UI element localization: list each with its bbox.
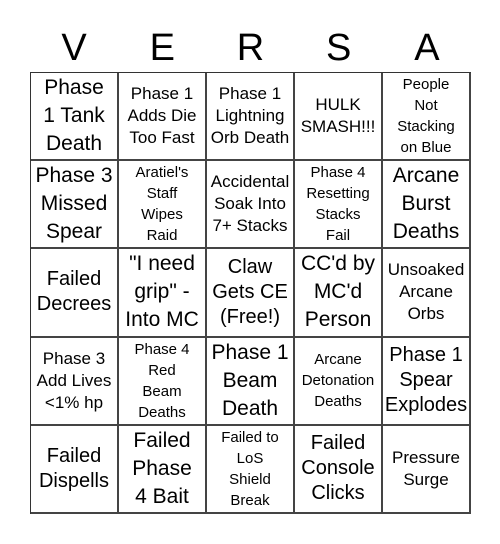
cell-text: "I need grip" - Into MC <box>125 252 199 332</box>
cell-text: Phase 1 Beam Death <box>211 340 289 420</box>
bingo-cell-r3c3[interactable]: Claw Gets CE (Free!) <box>207 249 295 338</box>
bingo-cell-r2c2[interactable]: Aratiel's Staff Wipes Raid <box>119 161 207 250</box>
bingo-cell-r2c4[interactable]: Phase 4 Resetting Stacks Fail <box>295 161 383 250</box>
bingo-cell-r4c1[interactable]: Phase 3 Add Lives <1% hp <box>31 337 119 426</box>
bingo-header: V E R S A <box>30 28 471 68</box>
cell-text: Claw Gets CE (Free!) <box>212 255 288 328</box>
bingo-cell-r2c3[interactable]: Accidental Soak Into 7+ Stacks <box>207 161 295 250</box>
bingo-cell-r1c4[interactable]: HULK SMASH!!! <box>295 73 383 162</box>
bingo-cell-r1c2[interactable]: Phase 1 Adds Die Too Fast <box>119 73 207 162</box>
bingo-cell-r1c1[interactable]: Phase 1 Tank Death <box>31 73 119 162</box>
cell-text: Phase 1 Lightning Orb Death <box>210 84 290 148</box>
header-letter-e: E <box>149 27 175 69</box>
bingo-board: Phase 1 Tank Death Phase 1 Adds Die Too … <box>30 72 471 514</box>
bingo-cell-r4c4[interactable]: Arcane Detonation Deaths <box>295 337 383 426</box>
cell-text: Accidental Soak Into 7+ Stacks <box>210 172 290 236</box>
bingo-cell-r5c5[interactable]: Pressure Surge <box>383 425 471 514</box>
cell-text: People Not Stacking on Blue <box>397 76 455 157</box>
header-letter-s: S <box>326 27 352 69</box>
bingo-cell-r5c2[interactable]: Failed Phase 4 Bait <box>119 425 207 514</box>
header-letter-v: V <box>61 27 87 69</box>
cell-text: Arcane Detonation Deaths <box>301 351 375 411</box>
cell-text: HULK SMASH!!! <box>300 95 376 137</box>
bingo-cell-r3c4[interactable]: CC'd by MC'd Person <box>295 249 383 338</box>
bingo-cell-r3c1[interactable]: Failed Decrees <box>31 249 119 338</box>
header-letter-a: A <box>414 27 440 69</box>
header-letter-r: R <box>236 27 265 69</box>
bingo-cell-r3c2[interactable]: "I need grip" - Into MC <box>119 249 207 338</box>
cell-text: Failed Dispells <box>38 444 110 492</box>
cell-text: Failed Phase 4 Bait <box>132 428 192 508</box>
bingo-cell-r4c5[interactable]: Phase 1 Spear Explodes <box>383 337 471 426</box>
bingo-cell-r3c5[interactable]: Unsoaked Arcane Orbs <box>383 249 471 338</box>
bingo-cell-r1c5[interactable]: People Not Stacking on Blue <box>383 73 471 162</box>
bingo-cell-r5c3[interactable]: Failed to LoS Shield Break <box>207 425 295 514</box>
bingo-cell-r1c3[interactable]: Phase 1 Lightning Orb Death <box>207 73 295 162</box>
cell-text: Phase 3 Missed Spear <box>35 164 113 244</box>
cell-text: Arcane Burst Deaths <box>392 164 460 244</box>
cell-text: Aratiel's Staff Wipes Raid <box>135 164 189 245</box>
bingo-cell-r5c4[interactable]: Failed Console Clicks <box>295 425 383 514</box>
cell-text: Phase 3 Add Lives <1% hp <box>36 348 112 412</box>
bingo-cell-r2c5[interactable]: Arcane Burst Deaths <box>383 161 471 250</box>
cell-text: Phase 4 Resetting Stacks Fail <box>306 164 370 245</box>
cell-text: Failed Console Clicks <box>301 432 375 505</box>
bingo-cell-r5c1[interactable]: Failed Dispells <box>31 425 119 514</box>
cell-text: Phase 1 Tank Death <box>43 76 105 156</box>
cell-text: Phase 1 Adds Die Too Fast <box>127 84 197 148</box>
cell-text: Phase 4 Red Beam Deaths <box>134 340 190 421</box>
cell-text: Unsoaked Arcane Orbs <box>387 260 465 324</box>
bingo-cell-r4c2[interactable]: Phase 4 Red Beam Deaths <box>119 337 207 426</box>
cell-text: Pressure Surge <box>391 447 461 489</box>
cell-text: CC'd by MC'd Person <box>300 252 376 332</box>
bingo-cell-r2c1[interactable]: Phase 3 Missed Spear <box>31 161 119 250</box>
cell-text: Failed Decrees <box>36 268 112 316</box>
cell-text: Phase 1 Spear Explodes <box>384 344 468 417</box>
bingo-cell-r4c3[interactable]: Phase 1 Beam Death <box>207 337 295 426</box>
cell-text: Failed to LoS Shield Break <box>221 428 279 509</box>
